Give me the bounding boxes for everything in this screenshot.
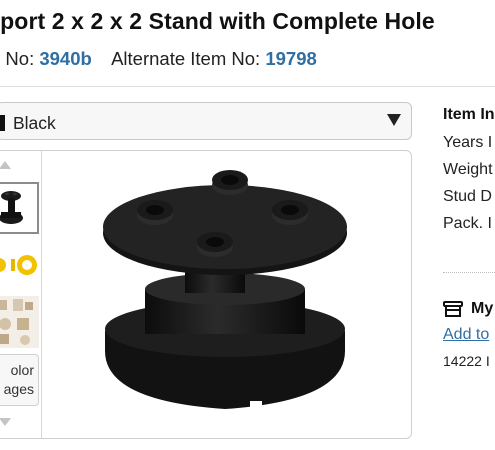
info-divider — [443, 272, 495, 273]
store-icon — [443, 300, 463, 318]
info-weight: Weight — [443, 161, 493, 178]
item-no-label: n No: — [0, 48, 35, 69]
info-stud-dim: Stud D — [443, 188, 492, 205]
page-title: pport 2 x 2 x 2 Stand with Complete Hole — [0, 8, 435, 34]
item-no-link[interactable]: 3940b — [39, 48, 91, 69]
dropdown-arrow-icon[interactable] — [387, 114, 401, 126]
color-swatch — [0, 115, 5, 131]
my-store-title: My — [471, 300, 494, 317]
thumbnail-strip: olor ages — [0, 151, 42, 438]
header-divider — [0, 86, 495, 87]
info-years: Years I — [443, 134, 493, 151]
thumbnail-scroll-down-icon[interactable] — [0, 418, 11, 426]
item-numbers: n No: 3940b Alternate Item No: 19798 — [0, 48, 317, 70]
image-gallery: olor ages — [0, 150, 412, 439]
thumbnail-scroll-up-icon[interactable] — [0, 161, 11, 169]
store-count: 14222 I — [443, 353, 490, 369]
info-pack: Pack. I — [443, 215, 492, 232]
add-to-link[interactable]: Add to — [443, 326, 489, 344]
thumbnail-yellow-parts[interactable] — [0, 239, 39, 291]
color-images-label-1: olor — [10, 362, 34, 378]
thumbnail-stand[interactable] — [0, 182, 39, 234]
color-dropdown-value: Black — [13, 113, 56, 133]
color-images-label-2: ages — [3, 381, 34, 397]
item-info-title: Item In — [443, 106, 495, 123]
main-part-image — [65, 161, 395, 426]
alt-item-label: Alternate Item No: — [111, 48, 261, 69]
thumbnail-set-image[interactable] — [0, 296, 39, 348]
alt-item-link[interactable]: 19798 — [265, 48, 316, 69]
color-images-button[interactable]: olor ages — [0, 354, 39, 406]
color-dropdown[interactable]: Black — [0, 102, 412, 140]
